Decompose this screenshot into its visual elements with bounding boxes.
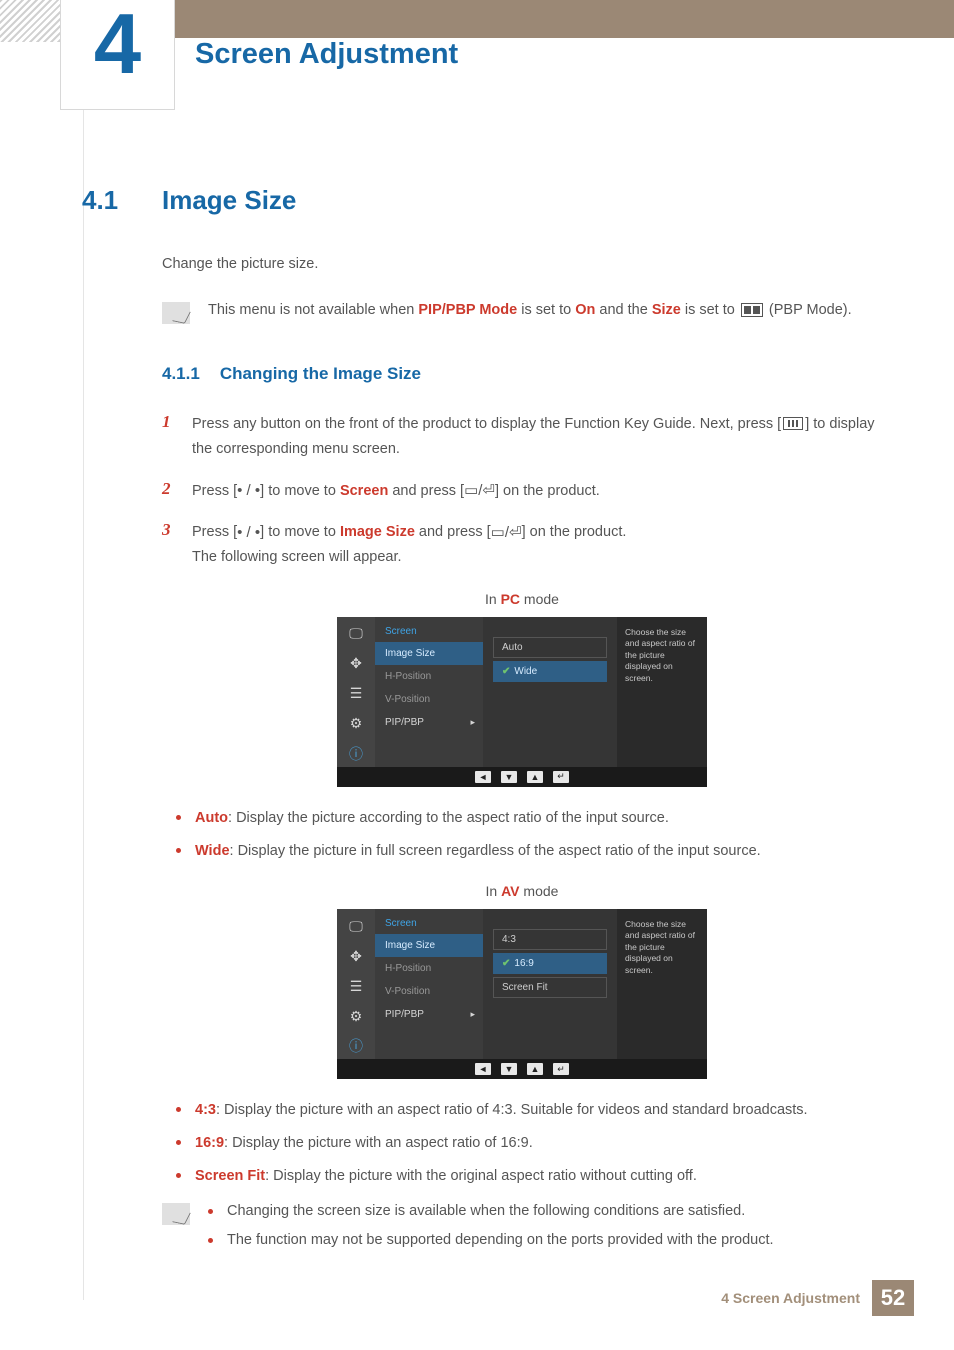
list-icon: ☰ bbox=[345, 977, 367, 995]
osd-menu-item: V-Position bbox=[375, 688, 483, 711]
note-icon bbox=[162, 1203, 190, 1225]
osd-menu-header: Screen bbox=[375, 623, 483, 642]
nav-enter-icon: ↵ bbox=[553, 1063, 569, 1075]
nav-left-icon: ◄ bbox=[475, 1063, 491, 1075]
osd-help-text: Choose the size and aspect ratio of the … bbox=[617, 909, 707, 1059]
osd-option: Auto bbox=[493, 637, 607, 658]
mode-av-caption: In AV mode bbox=[162, 883, 882, 899]
section-title: Image Size bbox=[162, 185, 296, 216]
osd-option-selected: ✔Wide bbox=[493, 661, 607, 682]
menu-icon bbox=[783, 417, 803, 430]
position-icon: ✥ bbox=[345, 947, 367, 965]
av-mode-options-list: 4:3: Display the picture with an aspect … bbox=[176, 1099, 882, 1189]
osd-menu: Screen Image Size H-Position V-Position … bbox=[375, 909, 483, 1059]
footer-chapter-label: 4 Screen Adjustment bbox=[721, 1290, 860, 1306]
osd-menu-item: V-Position bbox=[375, 980, 483, 1003]
osd-options: Auto ✔Wide bbox=[483, 617, 617, 767]
nav-down-icon: ▼ bbox=[501, 1063, 517, 1075]
monitor-icon: 🖵 bbox=[345, 625, 367, 643]
step-body: Press any button on the front of the pro… bbox=[192, 412, 882, 463]
nav-up-icon: ▲ bbox=[527, 1063, 543, 1075]
osd-screenshot-av: 🖵 ✥ ☰ ⚙ ⓘ Screen Image Size H-Position V… bbox=[337, 909, 707, 1079]
osd-rail: 🖵 ✥ ☰ ⚙ ⓘ bbox=[337, 909, 375, 1059]
step-number: 2 bbox=[162, 479, 178, 504]
step-number: 3 bbox=[162, 520, 178, 571]
step-body: Press [ • / • ] to move to Screen and pr… bbox=[192, 479, 600, 504]
list-item: 4:3: Display the picture with an aspect … bbox=[176, 1099, 882, 1122]
note-icon bbox=[162, 302, 190, 324]
gear-icon: ⚙ bbox=[345, 715, 367, 733]
chapter-number: 4 bbox=[94, 0, 141, 87]
osd-menu-item: H-Position bbox=[375, 665, 483, 688]
chapter-title: Screen Adjustment bbox=[195, 38, 458, 71]
chapter-badge: 4 bbox=[60, 0, 175, 110]
step-2: 2 Press [ • / • ] to move to Screen and … bbox=[162, 479, 882, 504]
osd-option-selected: ✔16:9 bbox=[493, 953, 607, 974]
list-item: Auto: Display the picture according to t… bbox=[176, 807, 882, 830]
osd-screenshot-pc: 🖵 ✥ ☰ ⚙ ⓘ Screen Image Size H-Position V… bbox=[337, 617, 707, 787]
step-1: 1 Press any button on the front of the p… bbox=[162, 412, 882, 463]
osd-menu-header: Screen bbox=[375, 915, 483, 934]
monitor-icon: 🖵 bbox=[345, 917, 367, 935]
nav-left-icon: ◄ bbox=[475, 771, 491, 783]
page-footer: 4 Screen Adjustment 52 bbox=[721, 1280, 914, 1316]
subsection-title: Changing the Image Size bbox=[220, 364, 421, 384]
page-number: 52 bbox=[872, 1280, 914, 1316]
note-text: This menu is not available when PIP/PBP … bbox=[208, 300, 852, 322]
section-intro: Change the picture size. bbox=[162, 254, 882, 276]
osd-footer-nav: ◄ ▼ ▲ ↵ bbox=[337, 767, 707, 787]
step-number: 1 bbox=[162, 412, 178, 463]
pbp-icon bbox=[741, 303, 763, 317]
osd-menu-item: H-Position bbox=[375, 957, 483, 980]
note-line: Changing the screen size is available wh… bbox=[227, 1201, 745, 1223]
list-item: Screen Fit: Display the picture with the… bbox=[176, 1165, 882, 1188]
osd-option: Screen Fit bbox=[493, 977, 607, 998]
list-item: 16:9: Display the picture with an aspect… bbox=[176, 1132, 882, 1155]
note-availability: This menu is not available when PIP/PBP … bbox=[162, 300, 882, 324]
nav-enter-icon: ↵ bbox=[553, 771, 569, 783]
list-icon: ☰ bbox=[345, 685, 367, 703]
gear-icon: ⚙ bbox=[345, 1007, 367, 1025]
list-item: The function may not be supported depend… bbox=[208, 1230, 882, 1252]
info-icon: ⓘ bbox=[345, 745, 367, 763]
list-item: Wide: Display the picture in full screen… bbox=[176, 840, 882, 863]
subsection-heading: 4.1.1 Changing the Image Size bbox=[162, 364, 882, 384]
osd-menu: Screen Image Size H-Position V-Position … bbox=[375, 617, 483, 767]
osd-menu-item: Image Size bbox=[375, 642, 483, 665]
osd-menu-item: PIP/PBP▸ bbox=[375, 1003, 483, 1026]
step-body: Press [ • / • ] to move to Image Size an… bbox=[192, 520, 626, 571]
osd-menu-item: Image Size bbox=[375, 934, 483, 957]
nav-down-icon: ▼ bbox=[501, 771, 517, 783]
section-number: 4.1 bbox=[82, 185, 136, 216]
subsection-number: 4.1.1 bbox=[162, 364, 200, 384]
note-line: The function may not be supported depend… bbox=[227, 1230, 774, 1252]
section-heading: 4.1 Image Size bbox=[82, 185, 882, 216]
list-item: Changing the screen size is available wh… bbox=[208, 1201, 882, 1223]
note-conditions: Changing the screen size is available wh… bbox=[162, 1201, 882, 1263]
mode-pc-caption: In PC mode bbox=[162, 591, 882, 607]
osd-rail: 🖵 ✥ ☰ ⚙ ⓘ bbox=[337, 617, 375, 767]
osd-footer-nav: ◄ ▼ ▲ ↵ bbox=[337, 1059, 707, 1079]
pc-mode-options-list: Auto: Display the picture according to t… bbox=[176, 807, 882, 863]
step-3: 3 Press [ • / • ] to move to Image Size … bbox=[162, 520, 882, 571]
info-icon: ⓘ bbox=[345, 1037, 367, 1055]
osd-help-text: Choose the size and aspect ratio of the … bbox=[617, 617, 707, 767]
nav-up-icon: ▲ bbox=[527, 771, 543, 783]
osd-options: 4:3 ✔16:9 Screen Fit bbox=[483, 909, 617, 1059]
osd-menu-item: PIP/PBP▸ bbox=[375, 711, 483, 734]
position-icon: ✥ bbox=[345, 655, 367, 673]
osd-option: 4:3 bbox=[493, 929, 607, 950]
